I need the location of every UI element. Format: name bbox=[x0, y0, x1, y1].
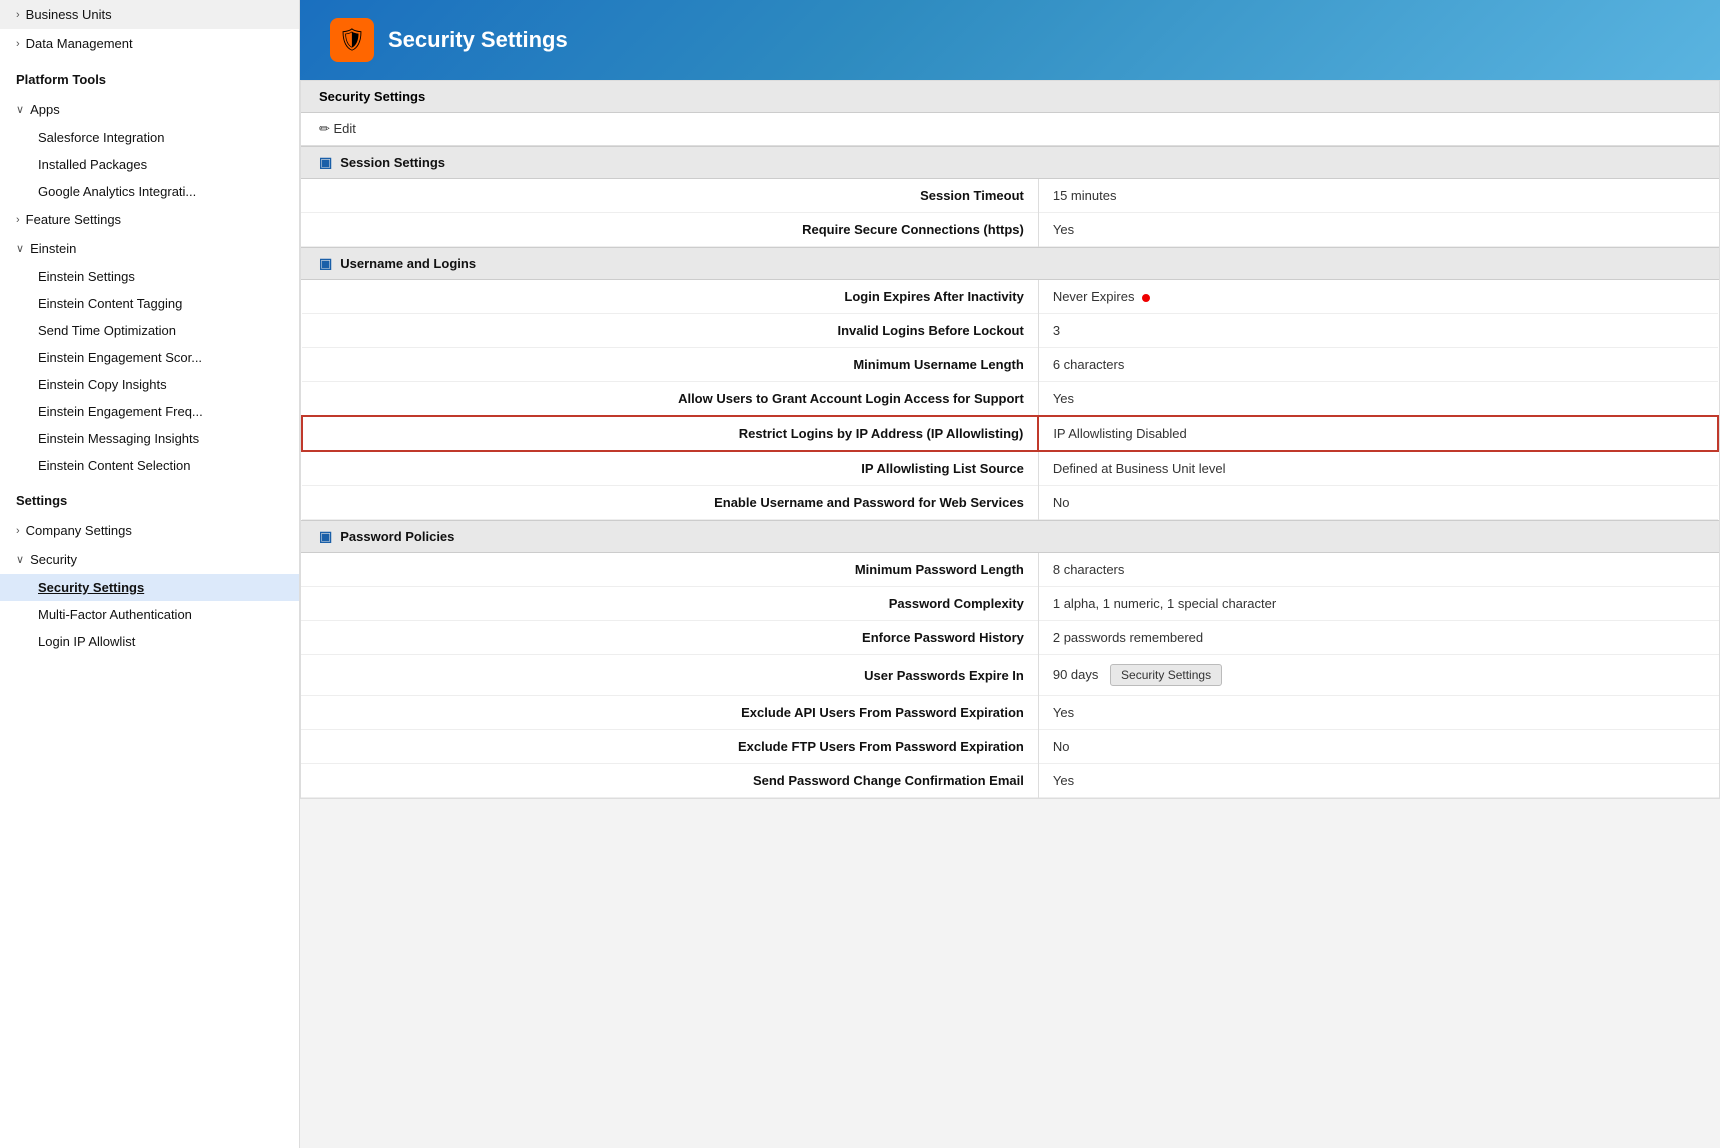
user-passwords-expire-label: User Passwords Expire In bbox=[301, 655, 1038, 696]
sidebar-item-security[interactable]: ∨ Security bbox=[0, 545, 299, 574]
chevron-down-icon: ∨ bbox=[16, 553, 24, 566]
chevron-right-icon: › bbox=[16, 525, 20, 537]
platform-tools-header: Platform Tools bbox=[0, 58, 299, 95]
chevron-down-icon: ∨ bbox=[16, 242, 24, 255]
expand-icon: › bbox=[16, 38, 20, 50]
send-password-change-value: Yes bbox=[1038, 764, 1719, 798]
edit-button[interactable]: ✏ Edit bbox=[319, 121, 356, 137]
login-expires-value: Never Expires bbox=[1038, 280, 1718, 314]
table-row: Enforce Password History 2 passwords rem… bbox=[301, 621, 1719, 655]
username-logins-header: ▣ Username and Logins bbox=[301, 247, 1719, 280]
exclude-ftp-users-value: No bbox=[1038, 730, 1719, 764]
shield-icon: 🛡 bbox=[330, 18, 374, 62]
table-row: Enable Username and Password for Web Ser… bbox=[302, 486, 1718, 520]
sidebar-item-feature-settings[interactable]: › Feature Settings bbox=[0, 205, 299, 234]
password-policies-table: Minimum Password Length 8 characters Pas… bbox=[301, 553, 1719, 798]
sidebar-child-einstein-settings[interactable]: Einstein Settings bbox=[0, 263, 299, 290]
invalid-logins-label: Invalid Logins Before Lockout bbox=[302, 314, 1038, 348]
table-row: Login Expires After Inactivity Never Exp… bbox=[302, 280, 1718, 314]
allow-users-value: Yes bbox=[1038, 382, 1718, 417]
exclude-api-users-label: Exclude API Users From Password Expirati… bbox=[301, 696, 1038, 730]
settings-section-header: Settings bbox=[0, 479, 299, 516]
table-row: Require Secure Connections (https) Yes bbox=[301, 213, 1719, 247]
settings-card: Security Settings ✏ Edit ▣ Session Setti… bbox=[300, 80, 1720, 799]
exclude-api-users-value: Yes bbox=[1038, 696, 1719, 730]
sidebar-item-einstein[interactable]: ∨ Einstein bbox=[0, 234, 299, 263]
min-password-length-label: Minimum Password Length bbox=[301, 553, 1038, 587]
ip-allowlisting-source-value: Defined at Business Unit level bbox=[1038, 451, 1718, 486]
enable-username-password-value: No bbox=[1038, 486, 1718, 520]
sidebar-child-einstein-content-selection[interactable]: Einstein Content Selection bbox=[0, 452, 299, 479]
enforce-password-history-label: Enforce Password History bbox=[301, 621, 1038, 655]
min-username-label: Minimum Username Length bbox=[302, 348, 1038, 382]
allow-users-label: Allow Users to Grant Account Login Acces… bbox=[302, 382, 1038, 417]
session-settings-header: ▣ Session Settings bbox=[301, 146, 1719, 179]
sidebar-child-einstein-messaging-insights[interactable]: Einstein Messaging Insights bbox=[0, 425, 299, 452]
page-header: 🛡 Security Settings bbox=[300, 0, 1720, 80]
password-policies-header: ▣ Password Policies bbox=[301, 520, 1719, 553]
sidebar-child-multi-factor-auth[interactable]: Multi-Factor Authentication bbox=[0, 601, 299, 628]
security-settings-badge: Security Settings bbox=[1110, 664, 1222, 686]
session-timeout-label: Session Timeout bbox=[301, 179, 1038, 213]
password-complexity-label: Password Complexity bbox=[301, 587, 1038, 621]
content-area: Security Settings ✏ Edit ▣ Session Setti… bbox=[300, 80, 1720, 1148]
enforce-password-history-value: 2 passwords remembered bbox=[1038, 621, 1719, 655]
restrict-logins-value: IP Allowlisting Disabled bbox=[1038, 416, 1718, 451]
min-password-length-value: 8 characters bbox=[1038, 553, 1719, 587]
invalid-logins-value: 3 bbox=[1038, 314, 1718, 348]
require-secure-label: Require Secure Connections (https) bbox=[301, 213, 1038, 247]
ip-allowlisting-source-label: IP Allowlisting List Source bbox=[302, 451, 1038, 486]
password-complexity-value: 1 alpha, 1 numeric, 1 special character bbox=[1038, 587, 1719, 621]
table-row: User Passwords Expire In 90 days Securit… bbox=[301, 655, 1719, 696]
table-row: Minimum Password Length 8 characters bbox=[301, 553, 1719, 587]
session-timeout-value: 15 minutes bbox=[1038, 179, 1719, 213]
sidebar: › Business Units › Data Management Platf… bbox=[0, 0, 300, 1148]
sidebar-item-company-settings[interactable]: › Company Settings bbox=[0, 516, 299, 545]
sidebar-child-google-analytics[interactable]: Google Analytics Integrati... bbox=[0, 178, 299, 205]
sidebar-child-security-settings[interactable]: Security Settings bbox=[0, 574, 299, 601]
enable-username-password-label: Enable Username and Password for Web Ser… bbox=[302, 486, 1038, 520]
sidebar-item-data-management[interactable]: › Data Management bbox=[0, 29, 299, 58]
sidebar-child-installed-packages[interactable]: Installed Packages bbox=[0, 151, 299, 178]
table-row: Send Password Change Confirmation Email … bbox=[301, 764, 1719, 798]
chevron-down-icon: ∨ bbox=[16, 103, 24, 116]
sidebar-child-einstein-content-tagging[interactable]: Einstein Content Tagging bbox=[0, 290, 299, 317]
sidebar-child-einstein-copy-insights[interactable]: Einstein Copy Insights bbox=[0, 371, 299, 398]
table-row: Session Timeout 15 minutes bbox=[301, 179, 1719, 213]
sidebar-child-salesforce-integration[interactable]: Salesforce Integration bbox=[0, 124, 299, 151]
sidebar-child-einstein-engagement-freq[interactable]: Einstein Engagement Freq... bbox=[0, 398, 299, 425]
table-row: Exclude FTP Users From Password Expirati… bbox=[301, 730, 1719, 764]
card-top-bar: Security Settings bbox=[301, 81, 1719, 113]
restrict-logins-row: Restrict Logins by IP Address (IP Allowl… bbox=[302, 416, 1718, 451]
collapse-icon: ▣ bbox=[319, 528, 332, 545]
table-row: Invalid Logins Before Lockout 3 bbox=[302, 314, 1718, 348]
user-passwords-expire-value: 90 days Security Settings bbox=[1038, 655, 1719, 696]
page-title: Security Settings bbox=[388, 27, 568, 53]
edit-bar: ✏ Edit bbox=[301, 113, 1719, 146]
sidebar-item-business-units[interactable]: › Business Units bbox=[0, 0, 299, 29]
collapse-icon: ▣ bbox=[319, 154, 332, 171]
expand-icon: › bbox=[16, 9, 20, 21]
min-username-value: 6 characters bbox=[1038, 348, 1718, 382]
chevron-right-icon: › bbox=[16, 214, 20, 226]
exclude-ftp-users-label: Exclude FTP Users From Password Expirati… bbox=[301, 730, 1038, 764]
table-row: IP Allowlisting List Source Defined at B… bbox=[302, 451, 1718, 486]
table-row: Password Complexity 1 alpha, 1 numeric, … bbox=[301, 587, 1719, 621]
session-settings-table: Session Timeout 15 minutes Require Secur… bbox=[301, 179, 1719, 247]
restrict-logins-label: Restrict Logins by IP Address (IP Allowl… bbox=[302, 416, 1038, 451]
red-dot-indicator bbox=[1142, 294, 1150, 302]
collapse-icon: ▣ bbox=[319, 255, 332, 272]
main-content: 🛡 Security Settings Security Settings ✏ … bbox=[300, 0, 1720, 1148]
require-secure-value: Yes bbox=[1038, 213, 1719, 247]
table-row: Exclude API Users From Password Expirati… bbox=[301, 696, 1719, 730]
table-row: Minimum Username Length 6 characters bbox=[302, 348, 1718, 382]
sidebar-child-einstein-engagement-scor[interactable]: Einstein Engagement Scor... bbox=[0, 344, 299, 371]
sidebar-item-apps[interactable]: ∨ Apps bbox=[0, 95, 299, 124]
username-logins-table: Login Expires After Inactivity Never Exp… bbox=[301, 280, 1719, 520]
login-expires-label: Login Expires After Inactivity bbox=[302, 280, 1038, 314]
sidebar-child-login-ip-allowlist[interactable]: Login IP Allowlist bbox=[0, 628, 299, 655]
table-row: Allow Users to Grant Account Login Acces… bbox=[302, 382, 1718, 417]
send-password-change-label: Send Password Change Confirmation Email bbox=[301, 764, 1038, 798]
sidebar-child-send-time-optimization[interactable]: Send Time Optimization bbox=[0, 317, 299, 344]
